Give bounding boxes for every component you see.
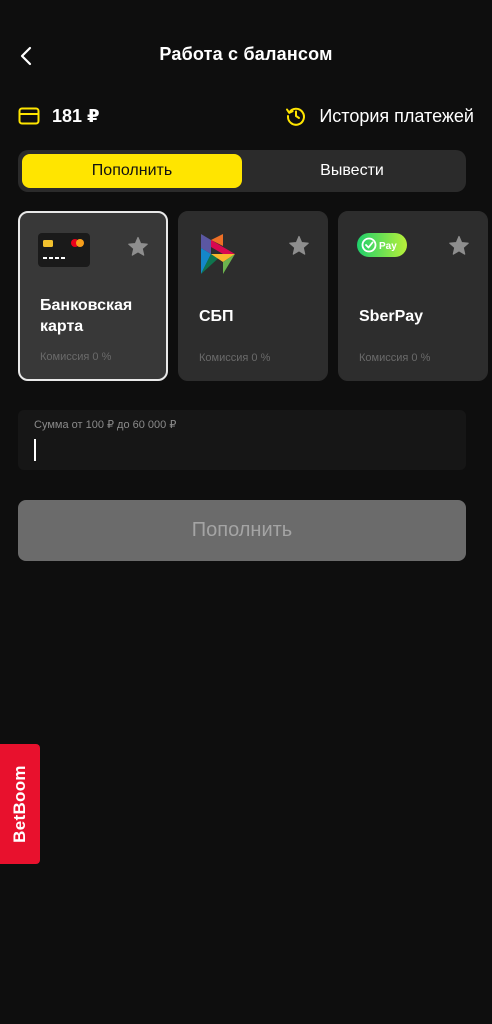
amount-label: Сумма от 100 ₽ до 60 000 ₽ (34, 419, 177, 431)
tab-deposit[interactable]: Пополнить (22, 154, 242, 188)
method-name: СБП (199, 308, 234, 325)
method-bank-card[interactable]: Банковская карта Комиссия 0 % (18, 211, 168, 381)
method-name: Банковская карта (40, 297, 133, 335)
method-commission: Комиссия 0 % (40, 351, 112, 363)
favorite-star-icon[interactable] (447, 234, 471, 258)
history-label: История платежей (319, 105, 474, 126)
balance: 181 ₽ (18, 106, 100, 127)
payment-methods: Банковская карта Комиссия 0 % СБП Комисс… (18, 211, 492, 383)
sbp-logo-icon (201, 234, 235, 274)
method-name: SberPay (359, 308, 424, 325)
favorite-star-icon[interactable] (126, 235, 150, 259)
method-commission: Комиссия 0 % (199, 352, 271, 364)
favorite-star-icon[interactable] (287, 234, 311, 258)
text-caret (34, 439, 36, 461)
balance-screen: Работа с балансом 181 ₽ История платежей… (0, 0, 492, 1024)
sberpay-logo-icon: Pay (357, 233, 407, 257)
amount-input[interactable] (34, 438, 444, 462)
deposit-withdraw-tabs: Пополнить Вывести (18, 150, 466, 192)
history-icon (286, 107, 306, 126)
tab-withdraw[interactable]: Вывести (242, 154, 462, 188)
wallet-icon (18, 107, 40, 125)
deposit-submit-button[interactable]: Пополнить (18, 500, 466, 561)
svg-text:Pay: Pay (379, 241, 397, 252)
payment-history-link[interactable]: История платежей (285, 105, 474, 127)
method-sbp[interactable]: СБП Комиссия 0 % (178, 211, 328, 381)
bank-card-icon (38, 233, 90, 267)
balance-amount: 181 ₽ (52, 105, 100, 126)
betboom-logo-text: BetBoom (10, 765, 29, 843)
betboom-side-tab[interactable]: BetBoom (0, 744, 40, 864)
balance-row: 181 ₽ История платежей (18, 100, 474, 132)
amount-field[interactable]: Сумма от 100 ₽ до 60 000 ₽ (18, 410, 466, 470)
method-sberpay[interactable]: Pay SberPay Комиссия 0 % (338, 211, 488, 381)
page-title: Работа с балансом (159, 44, 333, 64)
method-commission: Комиссия 0 % (359, 352, 431, 364)
header: Работа с балансом (0, 36, 492, 76)
